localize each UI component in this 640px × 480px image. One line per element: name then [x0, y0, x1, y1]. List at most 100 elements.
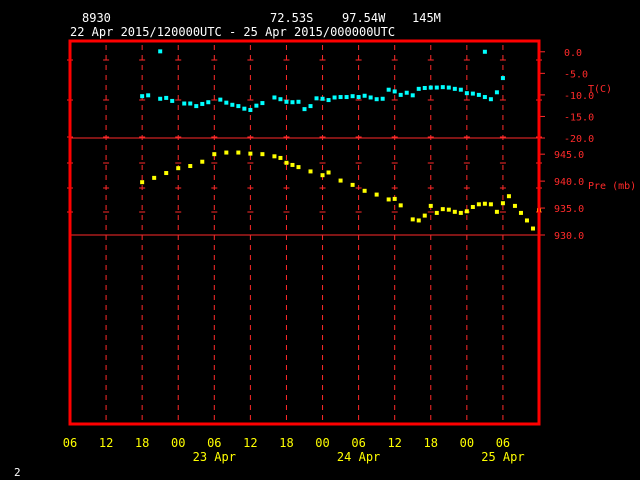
x-date-label: 23 Apr — [193, 450, 236, 464]
temperature-point — [248, 107, 253, 112]
temperature-point — [254, 103, 259, 108]
temperature-point — [242, 106, 247, 111]
temperature-point — [494, 90, 499, 95]
temperature-point — [446, 85, 451, 90]
temperature-point — [170, 98, 175, 103]
temperature-point — [392, 89, 397, 94]
pressure-point — [446, 207, 451, 212]
pressure-point — [392, 196, 397, 201]
temperature-point — [458, 87, 463, 92]
station-lat: 72.53S — [270, 11, 313, 25]
temperature-point — [452, 86, 457, 91]
pressure-point — [464, 209, 469, 214]
pressure-point — [152, 175, 157, 180]
pressure-point — [272, 154, 277, 159]
pressure-point — [494, 209, 499, 214]
pressure-series — [140, 150, 541, 231]
temperature-point — [374, 97, 379, 102]
pressure-point — [506, 194, 511, 199]
time-period: 22 Apr 2015/120000UTC - 25 Apr 2015/0000… — [70, 25, 395, 39]
temperature-point — [164, 95, 169, 100]
temperature-point — [440, 85, 445, 90]
pressure-point — [482, 201, 487, 206]
temperature-point — [338, 95, 343, 100]
temperature-point — [296, 99, 301, 104]
temperature-point — [464, 91, 469, 96]
temperature-point — [224, 100, 229, 105]
page-number: 2 — [14, 466, 21, 479]
temperature-point — [368, 95, 373, 100]
temperature-point — [284, 99, 289, 104]
temperature-point — [308, 104, 313, 109]
pressure-tick-label: 930.0 — [554, 231, 584, 242]
pressure-point — [284, 160, 289, 165]
temperature-point — [482, 95, 487, 100]
pressure-point — [440, 207, 445, 212]
temperature-point — [194, 104, 199, 109]
temperature-point — [404, 90, 409, 95]
temperature-point — [260, 101, 265, 106]
temperature-point — [146, 93, 151, 98]
pressure-point — [524, 218, 529, 223]
pressure-point — [458, 210, 463, 215]
pressure-point — [362, 188, 367, 193]
x-hour-tick-label: 06 — [63, 436, 77, 450]
pressure-point — [236, 150, 241, 155]
temperature-point — [158, 49, 163, 54]
temperature-point — [236, 104, 241, 109]
pressure-point — [260, 152, 265, 157]
station-meteogram: 8930 72.53S 97.54W 145M 22 Apr 2015/1200… — [14, 11, 636, 479]
pressure-point — [296, 165, 301, 170]
pressure-point — [200, 159, 205, 164]
pressure-point — [470, 204, 475, 209]
pressure-point — [428, 203, 433, 208]
pressure-point — [518, 210, 523, 215]
temperature-point — [326, 98, 331, 103]
pressure-point — [488, 202, 493, 207]
temperature-point — [290, 100, 295, 105]
pressure-point — [224, 150, 229, 155]
pressure-axis-label: Pre (mb) — [588, 181, 636, 192]
x-date-label: 25 Apr — [481, 450, 524, 464]
pressure-point — [320, 173, 325, 178]
temperature-point — [302, 107, 307, 112]
pressure-point — [434, 210, 439, 215]
temperature-point — [434, 85, 439, 90]
pressure-point — [476, 202, 481, 207]
temperature-point — [278, 97, 283, 102]
temperature-point — [200, 101, 205, 106]
temp-tick-label: -20.0 — [564, 134, 594, 145]
temperature-point — [380, 96, 385, 101]
pressure-point — [326, 170, 331, 175]
x-hour-tick-label: 18 — [424, 436, 438, 450]
pressure-point — [164, 171, 169, 176]
pressure-tick-label: 940.0 — [554, 177, 584, 188]
pressure-point — [278, 155, 283, 160]
temperature-point — [344, 95, 349, 100]
temperature-point — [332, 95, 337, 100]
grid-layer — [67, 45, 542, 420]
temperature-point — [230, 102, 235, 107]
pressure-point — [398, 203, 403, 208]
x-date-label: 24 Apr — [337, 450, 380, 464]
temperature-point — [428, 85, 433, 90]
temperature-point — [158, 96, 163, 101]
temp-tick-label: -5.0 — [564, 69, 588, 80]
x-hour-tick-label: 00 — [315, 436, 329, 450]
temperature-point — [386, 87, 391, 92]
pressure-point — [422, 213, 427, 218]
pressure-point — [512, 203, 517, 208]
pressure-point — [350, 182, 355, 187]
x-hour-tick-label: 18 — [135, 436, 149, 450]
pressure-point — [212, 152, 217, 157]
station-lon: 97.54W — [342, 11, 386, 25]
pressure-point — [338, 178, 343, 183]
temp-tick-label: -15.0 — [564, 112, 594, 123]
temperature-point — [272, 95, 277, 100]
pressure-point — [188, 164, 193, 169]
temperature-point — [314, 96, 319, 101]
pressure-point — [416, 218, 421, 223]
temperature-point — [182, 101, 187, 106]
temperature-point — [500, 76, 505, 81]
pressure-tick-label: 945.0 — [554, 150, 584, 161]
